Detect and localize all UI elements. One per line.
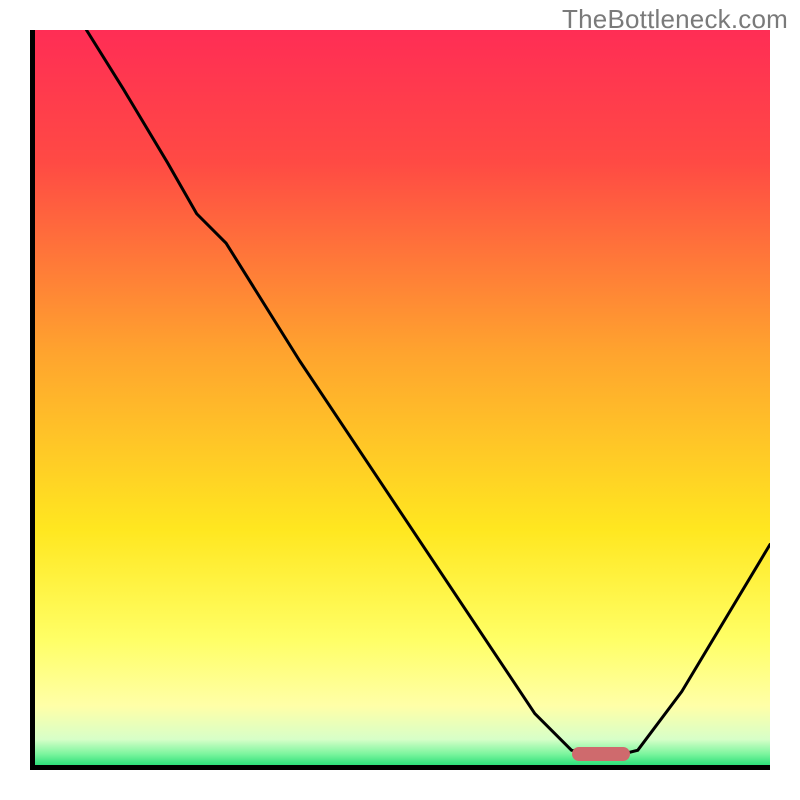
bottleneck-chart: TheBottleneck.com	[0, 0, 800, 800]
bottleneck-curve	[86, 30, 770, 758]
optimal-range-marker	[572, 747, 631, 761]
plot-area	[30, 30, 770, 770]
curve-layer	[35, 30, 770, 765]
